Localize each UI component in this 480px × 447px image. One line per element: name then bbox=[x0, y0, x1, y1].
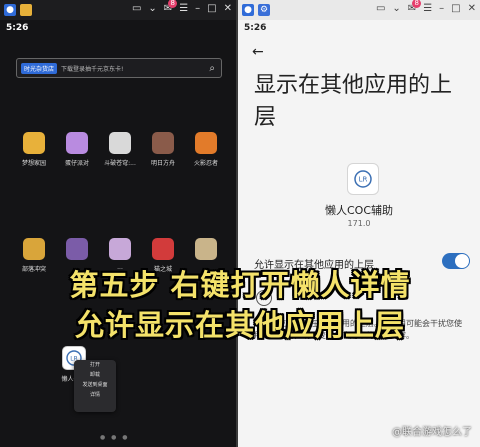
app-label: 蛋仔派对 bbox=[64, 160, 89, 167]
status-time: 5:26 bbox=[6, 23, 29, 33]
app-label: 梦想家园 bbox=[21, 160, 46, 167]
search-tag[interactable]: 时光杂货店 bbox=[21, 62, 58, 74]
app-icon bbox=[66, 238, 88, 260]
menu-icon[interactable]: ☰ bbox=[423, 3, 432, 14]
caption-line-2: 允许显示在其他应用上层 bbox=[74, 308, 405, 342]
close-icon[interactable]: ✕ bbox=[468, 3, 476, 14]
app-version: 171.0 bbox=[347, 219, 371, 228]
context-menu-send-to-desktop[interactable]: 发送到桌面 bbox=[74, 380, 116, 390]
app-launcher-item[interactable]: 斗破苍穹:... bbox=[102, 132, 138, 167]
left-titlebar: ● ▭ ⌄ ✉ 8 ☰ – □ ✕ bbox=[0, 0, 236, 20]
app-icon bbox=[152, 132, 174, 154]
app-icon bbox=[152, 238, 174, 260]
app-icon bbox=[23, 132, 45, 154]
watermark: @联合游戏怎么了 bbox=[392, 427, 472, 438]
app-icon bbox=[195, 132, 217, 154]
keyboard-icon[interactable]: ▭ bbox=[376, 3, 385, 14]
right-titlebar: ● ⚙ ▭ ⌄ ✉ 8 ☰ – □ ✕ bbox=[238, 0, 480, 20]
app-icon bbox=[109, 132, 131, 154]
mail-icon[interactable]: ✉ 8 bbox=[164, 0, 178, 14]
chevron-down-icon[interactable]: ⌄ bbox=[148, 3, 156, 14]
svg-text:LR: LR bbox=[359, 176, 368, 184]
settings-app-icon[interactable]: ⚙ bbox=[258, 4, 270, 16]
context-menu: 打开 卸载 发送到桌面 详情 bbox=[74, 360, 116, 412]
game-avatar-icon[interactable] bbox=[20, 4, 32, 16]
maximize-icon[interactable]: □ bbox=[451, 3, 460, 14]
menu-icon[interactable]: ☰ bbox=[179, 3, 188, 14]
app-launcher-item[interactable]: 蛋仔派对 bbox=[59, 132, 95, 167]
page-title: 显示在其他应用的上层 bbox=[254, 73, 453, 130]
app-label: 明日方舟 bbox=[150, 160, 175, 167]
keyboard-icon[interactable]: ▭ bbox=[132, 3, 141, 14]
emulator-right-window: ● ⚙ ▭ ⌄ ✉ 8 ☰ – □ ✕ 5:26 ← 显示在其他应用的上层 LR … bbox=[238, 0, 480, 447]
app-name: 懒人COC辅助 bbox=[324, 204, 394, 217]
app-label: 火影忍者 bbox=[193, 160, 218, 167]
back-arrow-icon[interactable]: ← bbox=[252, 44, 264, 60]
context-menu-details[interactable]: 详情 bbox=[74, 390, 116, 400]
app-label: 斗破苍穹:... bbox=[104, 160, 136, 167]
minimize-icon[interactable]: – bbox=[439, 3, 444, 14]
minimize-icon[interactable]: – bbox=[195, 3, 200, 14]
app-launcher-item[interactable]: 明日方舟 bbox=[145, 132, 181, 167]
lazy-coc-logo-icon: LR bbox=[347, 163, 379, 195]
search-icon[interactable]: ⌕ bbox=[209, 63, 215, 74]
app-launcher-item[interactable]: 梦想家园 bbox=[16, 132, 52, 167]
emulator-left-window: ● ▭ ⌄ ✉ 8 ☰ – □ ✕ 5:26 时光杂货店 下载登录抽千元京东卡! … bbox=[0, 0, 236, 447]
context-menu-open[interactable]: 打开 bbox=[74, 360, 116, 370]
page-indicator: ● ● ● bbox=[100, 434, 130, 441]
app-logo-icon: ● bbox=[4, 4, 16, 16]
app-icon bbox=[66, 132, 88, 154]
search-bar[interactable]: 时光杂货店 下载登录抽千元京东卡! ⌕ bbox=[16, 58, 222, 78]
status-time: 5:26 bbox=[244, 23, 267, 33]
close-icon[interactable]: ✕ bbox=[224, 3, 232, 14]
chevron-down-icon[interactable]: ⌄ bbox=[392, 3, 400, 14]
maximize-icon[interactable]: □ bbox=[207, 3, 216, 14]
app-logo-icon: ● bbox=[242, 4, 254, 16]
app-launcher-item[interactable]: 火影忍者 bbox=[188, 132, 224, 167]
app-icon bbox=[109, 238, 131, 260]
context-menu-uninstall[interactable]: 卸载 bbox=[74, 370, 116, 380]
caption-line-1: 第五步 右键打开懒人详情 bbox=[69, 268, 411, 302]
app-icon bbox=[23, 238, 45, 260]
app-icon bbox=[195, 238, 217, 260]
search-input[interactable]: 下载登录抽千元京东卡! bbox=[61, 64, 209, 73]
mail-icon[interactable]: ✉ 8 bbox=[408, 0, 422, 14]
